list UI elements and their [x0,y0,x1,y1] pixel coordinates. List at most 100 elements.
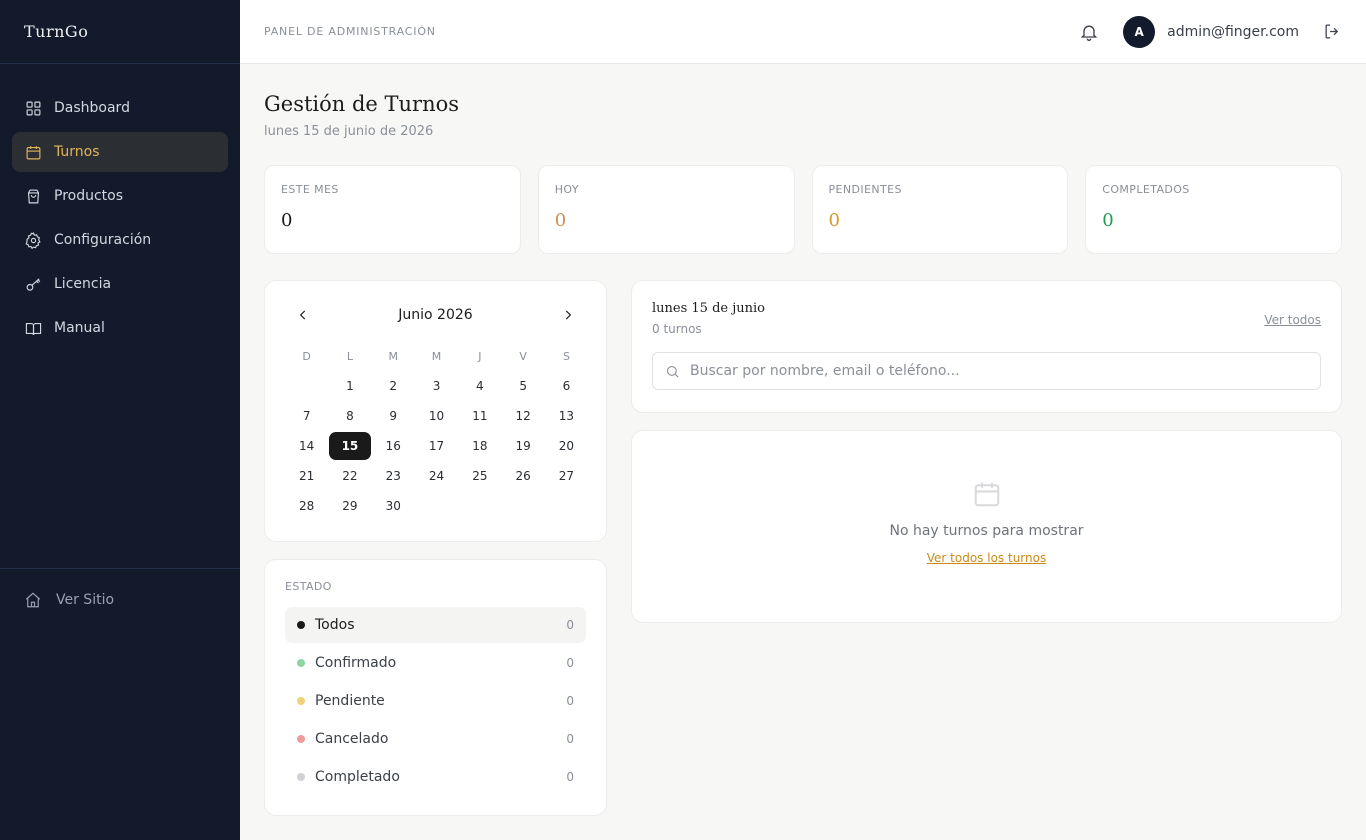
sidebar-item-licencia[interactable]: Licencia [12,264,228,304]
status-count: 0 [566,618,574,632]
status-filter-item[interactable]: Pendiente 0 [285,683,586,719]
avatar[interactable]: A [1123,15,1156,48]
calendar-day[interactable]: 9 [372,401,415,431]
calendar-day-number: 26 [515,469,531,483]
status-filter-item[interactable]: Completado 0 [285,759,586,795]
calendar-day[interactable]: 29 [328,491,371,521]
calendar-day[interactable]: 28 [285,491,328,521]
status-label: Confirmado [315,655,397,671]
stat-value: 0 [554,210,567,231]
calendar-day[interactable]: 10 [415,401,458,431]
calendar-day-number: 15 [328,432,371,460]
calendar-day-number: 8 [346,409,354,423]
status-dot [297,621,305,629]
appointments-count: 0 turnos [652,322,702,336]
stat-value: 0 [281,210,293,231]
calendar-day[interactable]: 22 [328,461,371,491]
brand-logo[interactable]: TurnGo [0,0,240,64]
weekday-label: S [562,349,570,363]
logout-icon [1325,24,1339,39]
sidebar-item-label: Productos [54,188,124,204]
next-month-button[interactable] [556,303,580,327]
key-icon [24,275,42,293]
calendar-day-number: 12 [515,409,531,423]
search-box [652,352,1321,390]
calendar-day-selected[interactable]: 15 [328,431,371,461]
prev-month-button[interactable] [291,303,315,327]
calendar-day[interactable]: 12 [501,401,544,431]
stat-card-este-mes: ESTE MES 0 [264,165,521,254]
calendar-day[interactable]: 18 [458,431,501,461]
sidebar-item-label: Dashboard [54,100,130,116]
calendar-day[interactable]: 30 [372,491,415,521]
search-input[interactable] [690,363,1290,379]
calendar-day[interactable]: 8 [328,401,371,431]
sidebar-nav: Dashboard Turnos Productos Configuración… [0,64,240,348]
calendar-day[interactable]: 27 [545,461,588,491]
calendar-day-number: 23 [385,469,401,483]
status-filter-item[interactable]: Todos 0 [285,607,586,643]
stat-value: 0 [828,210,840,231]
calendar-day[interactable]: 3 [415,371,458,401]
chevron-right-icon [565,310,572,320]
calendar-day[interactable]: 24 [415,461,458,491]
calendar-day[interactable]: 4 [458,371,501,401]
calendar-day[interactable]: 13 [545,401,588,431]
bell-icon [1080,25,1098,41]
calendar-day[interactable]: 23 [372,461,415,491]
status-label: Todos [315,617,355,633]
calendar-day-number: 19 [515,439,531,453]
calendar-day[interactable]: 17 [415,431,458,461]
calendar-blank [285,371,328,401]
sidebar-item-label: Manual [54,320,105,336]
sidebar-item-turnos[interactable]: Turnos [12,132,228,172]
sidebar-item-label: Turnos [54,144,100,160]
bag-icon [24,187,42,205]
calendar-day[interactable]: 25 [458,461,501,491]
calendar-day-number: 18 [472,439,488,453]
calendar-day[interactable]: 6 [545,371,588,401]
calendar-day-number: 20 [558,439,575,453]
calendar-day-number: 16 [385,439,401,453]
calendar-day-number: 22 [342,469,358,483]
status-filter-item[interactable]: Confirmado 0 [285,645,586,681]
empty-message: No hay turnos para mostrar [889,523,1084,539]
calendar-day-number: 14 [299,439,315,453]
calendar-day[interactable]: 7 [285,401,328,431]
sidebar-item-dashboard[interactable]: Dashboard [12,88,228,128]
stat-label: COMPLETADOS [1102,183,1190,196]
sidebar-item-manual[interactable]: Manual [12,308,228,348]
calendar-day[interactable]: 21 [285,461,328,491]
calendar-day-number: 5 [519,379,527,393]
calendar-day[interactable]: 20 [545,431,588,461]
view-all-link[interactable]: Ver todos [1264,313,1321,327]
calendar-day-number: 2 [389,379,398,393]
book-icon [24,319,42,337]
stat-card-completados: COMPLETADOS 0 [1085,165,1342,254]
status-count: 0 [566,656,574,670]
status-dot [297,773,305,781]
view-all-appointments-link[interactable]: Ver todos los turnos [927,551,1046,565]
calendar-day[interactable]: 2 [372,371,415,401]
status-filter-item[interactable]: Cancelado 0 [285,721,586,757]
calendar-day[interactable]: 26 [501,461,544,491]
header-actions: A admin@finger.com [1079,15,1342,48]
calendar-day[interactable]: 19 [501,431,544,461]
logout-button[interactable] [1323,22,1342,41]
sidebar-item-label: Configuración [54,232,152,248]
sidebar-item-productos[interactable]: Productos [12,176,228,216]
calendar-day[interactable]: 5 [501,371,544,401]
calendar-day[interactable]: 16 [372,431,415,461]
calendar-day[interactable]: 1 [328,371,371,401]
calendar-day-number: 21 [299,469,315,483]
calendar-day[interactable]: 14 [285,431,328,461]
notifications-button[interactable] [1079,22,1099,42]
calendar-day[interactable]: 11 [458,401,501,431]
top-header: PANEL DE ADMINISTRACIÓN A admin@finger.c… [240,0,1366,64]
sidebar-item-configuracion[interactable]: Configuración [12,220,228,260]
status-filter-list: Todos 0 Confirmado 0 Pendiente 0 Cancelado 0 Com… [285,607,586,795]
sidebar-item-label: Licencia [54,276,112,292]
visit-site-link[interactable]: Ver Sitio [24,591,216,609]
calendar-day-number: 30 [385,499,401,513]
empty-state-card: No hay turnos para mostrar Ver todos los… [631,430,1342,623]
